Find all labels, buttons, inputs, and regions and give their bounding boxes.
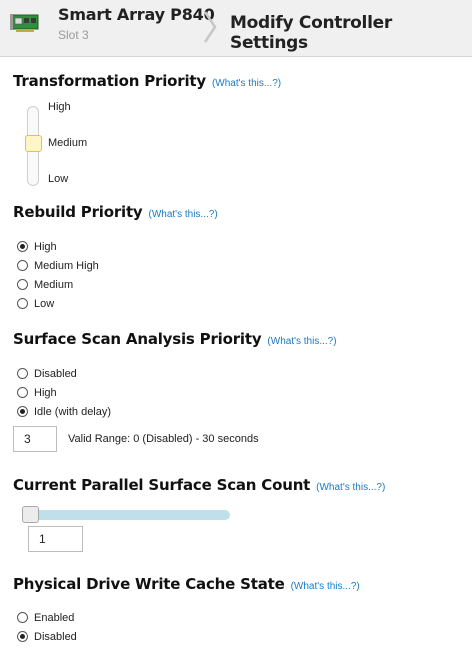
controller-slot: Slot 3 bbox=[58, 28, 89, 42]
parallel-scan-title: Current Parallel Surface Scan Count bbox=[13, 476, 311, 494]
write-cache-heading: Physical Drive Write Cache State (What's … bbox=[13, 575, 360, 593]
rebuild-option-medium-high[interactable]: Medium High bbox=[17, 258, 99, 273]
rebuild-radio-low[interactable] bbox=[17, 298, 28, 309]
write-cache-help-link[interactable]: (What's this...?) bbox=[291, 581, 360, 592]
rebuild-label-low: Low bbox=[34, 297, 55, 310]
controller-name: Smart Array P840 bbox=[58, 5, 215, 24]
rebuild-option-medium[interactable]: Medium bbox=[17, 277, 73, 292]
rebuild-radio-medium-high[interactable] bbox=[17, 260, 28, 271]
write-cache-title: Physical Drive Write Cache State bbox=[13, 575, 285, 593]
parallel-scan-slider-track[interactable] bbox=[24, 510, 230, 520]
transformation-priority-slider-thumb[interactable] bbox=[25, 135, 42, 152]
surface-scan-label-high: High bbox=[34, 386, 57, 399]
rebuild-radio-high[interactable] bbox=[17, 241, 28, 252]
parallel-scan-heading: Current Parallel Surface Scan Count (What… bbox=[13, 476, 385, 494]
surface-scan-title: Surface Scan Analysis Priority bbox=[13, 330, 262, 348]
rebuild-option-low[interactable]: Low bbox=[17, 296, 54, 311]
controller-card-icon bbox=[10, 14, 39, 32]
surface-scan-option-idle[interactable]: Idle (with delay) bbox=[17, 404, 111, 419]
page-header: Smart Array P840 Slot 3 Modify Controlle… bbox=[0, 0, 472, 57]
surface-scan-label-idle: Idle (with delay) bbox=[34, 405, 112, 418]
surface-scan-option-disabled[interactable]: Disabled bbox=[17, 366, 77, 381]
write-cache-option-disabled[interactable]: Disabled bbox=[17, 629, 77, 644]
rebuild-label-medium-high: Medium High bbox=[34, 259, 99, 272]
breadcrumb-chevron-icon bbox=[203, 11, 217, 43]
surface-scan-label-disabled: Disabled bbox=[34, 367, 77, 380]
write-cache-radio-enabled[interactable] bbox=[17, 612, 28, 623]
transformation-level-medium: Medium bbox=[48, 137, 88, 149]
surface-scan-radio-high[interactable] bbox=[17, 387, 28, 398]
write-cache-radio-disabled[interactable] bbox=[17, 631, 28, 642]
rebuild-option-high[interactable]: High bbox=[17, 239, 57, 254]
surface-scan-delay-input[interactable] bbox=[13, 426, 57, 452]
rebuild-priority-title: Rebuild Priority bbox=[13, 203, 143, 221]
transformation-priority-heading: Transformation Priority (What's this...?) bbox=[13, 72, 281, 90]
surface-scan-help-link[interactable]: (What's this...?) bbox=[267, 336, 336, 347]
parallel-scan-slider-thumb[interactable] bbox=[22, 506, 39, 523]
rebuild-label-high: High bbox=[34, 240, 57, 253]
write-cache-label-enabled: Enabled bbox=[34, 611, 75, 624]
transformation-level-high: High bbox=[48, 101, 71, 113]
transformation-priority-title: Transformation Priority bbox=[13, 72, 206, 90]
surface-scan-radio-disabled[interactable] bbox=[17, 368, 28, 379]
parallel-scan-help-link[interactable]: (What's this...?) bbox=[316, 482, 385, 493]
write-cache-label-disabled: Disabled bbox=[34, 630, 77, 643]
surface-scan-valid-range: Valid Range: 0 (Disabled) - 30 seconds bbox=[68, 433, 259, 445]
rebuild-label-medium: Medium bbox=[34, 278, 74, 291]
surface-scan-radio-idle[interactable] bbox=[17, 406, 28, 417]
transformation-level-low: Low bbox=[48, 173, 69, 185]
page-title: Modify Controller Settings bbox=[230, 13, 392, 53]
transformation-help-link[interactable]: (What's this...?) bbox=[212, 78, 281, 89]
surface-scan-option-high[interactable]: High bbox=[17, 385, 57, 400]
parallel-scan-count-input[interactable] bbox=[28, 526, 83, 552]
write-cache-option-enabled[interactable]: Enabled bbox=[17, 610, 74, 625]
surface-scan-heading: Surface Scan Analysis Priority (What's th… bbox=[13, 330, 337, 348]
rebuild-priority-heading: Rebuild Priority (What's this...?) bbox=[13, 203, 218, 221]
rebuild-radio-medium[interactable] bbox=[17, 279, 28, 290]
rebuild-help-link[interactable]: (What's this...?) bbox=[149, 209, 218, 220]
